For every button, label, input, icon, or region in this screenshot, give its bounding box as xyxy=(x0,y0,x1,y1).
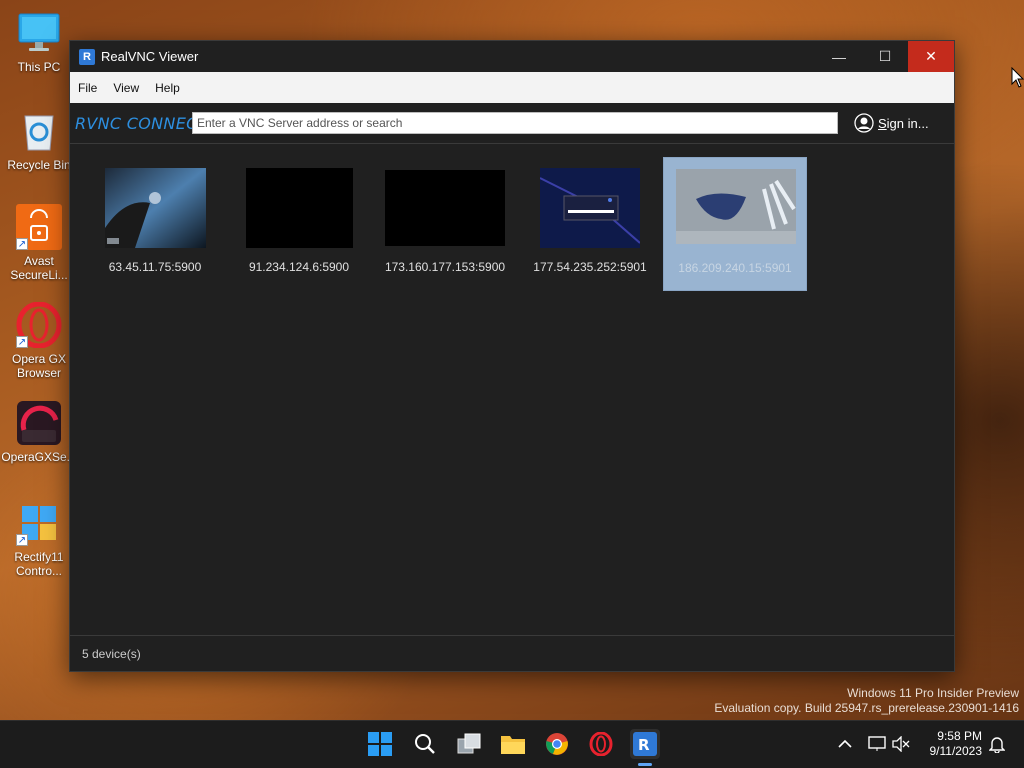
shortcut-arrow-icon: ↗ xyxy=(16,336,28,348)
sign-in-label: Sign in... xyxy=(878,115,929,131)
device-tile[interactable]: 177.54.235.252:5901 xyxy=(518,157,662,291)
desktop-icon-recycle-bin[interactable]: Recycle Bin xyxy=(4,108,74,172)
desktop-icon-avast[interactable]: ↗ Avast SecureLi... xyxy=(4,204,74,282)
menu-help[interactable]: Help xyxy=(155,79,180,97)
active-app-indicator xyxy=(638,763,652,766)
device-address: 177.54.235.252:5901 xyxy=(533,260,647,274)
taskbar: R 9:58 PM 9/11/2023 xyxy=(0,720,1024,768)
device-count: 5 device(s) xyxy=(82,646,141,661)
device-thumbnail xyxy=(540,168,640,248)
clock[interactable]: 9:58 PM 9/11/2023 xyxy=(918,729,983,759)
window-controls: — ☐ ✕ xyxy=(816,41,954,72)
watermark-line-2: Evaluation copy. Build 25947.rs_prerelea… xyxy=(714,701,1019,715)
volume-button[interactable] xyxy=(886,729,916,759)
desktop-icon-label: OperaGXSe... xyxy=(1,450,77,464)
device-address: 186.209.240.15:5901 xyxy=(678,261,792,275)
recycle-bin-icon xyxy=(16,108,62,154)
opera-gx-icon: ↗ xyxy=(16,301,62,349)
monitor-icon xyxy=(16,10,62,56)
menu-bar: File View Help xyxy=(70,72,954,103)
realvnc-app-icon: R xyxy=(79,48,95,65)
bell-icon xyxy=(989,737,1005,753)
realvnc-viewer-window: R RealVNC Viewer — ☐ ✕ File View Help RV… xyxy=(69,40,955,672)
device-thumbnail xyxy=(105,168,206,248)
device-tile[interactable]: 63.45.11.75:5900 xyxy=(83,157,227,291)
chevron-up-icon xyxy=(838,739,852,748)
menu-view[interactable]: View xyxy=(113,79,139,97)
status-bar: 5 device(s) xyxy=(70,635,954,671)
operagx-setup-icon xyxy=(16,400,62,446)
windows-watermark: Windows 11 Pro Insider Preview Evaluatio… xyxy=(714,686,1019,716)
desktop-icon-label: Opera GX Browser xyxy=(11,352,67,380)
opera-gx-button[interactable] xyxy=(586,729,616,759)
watermark-line-1: Windows 11 Pro Insider Preview xyxy=(847,686,1019,700)
svg-text:R: R xyxy=(638,736,650,754)
desktop-icon-label: Recycle Bin xyxy=(7,158,71,172)
maximize-button[interactable]: ☐ xyxy=(862,41,908,72)
close-button[interactable]: ✕ xyxy=(908,41,954,72)
task-view-button[interactable] xyxy=(454,729,484,759)
search-icon xyxy=(415,734,435,754)
title-bar[interactable]: R RealVNC Viewer — ☐ ✕ xyxy=(70,41,954,72)
desktop-icon-label: Rectify11 Contro... xyxy=(14,550,64,578)
realvnc-icon: R xyxy=(633,732,657,756)
task-view-icon xyxy=(457,733,481,754)
menu-file[interactable]: File xyxy=(78,79,97,97)
notifications-button[interactable] xyxy=(982,729,1012,759)
device-thumbnail xyxy=(385,170,505,246)
device-address: 91.234.124.6:5900 xyxy=(248,260,350,274)
device-address: 173.160.177.153:5900 xyxy=(384,260,506,274)
device-thumbnail xyxy=(676,169,796,244)
desktop-icon-this-pc[interactable]: This PC xyxy=(4,10,74,74)
device-tile[interactable]: 173.160.177.153:5900 xyxy=(373,157,517,291)
desktop-icon-opera-gx[interactable]: ↗ Opera GX Browser xyxy=(4,301,74,380)
clock-date: 9/11/2023 xyxy=(929,744,983,758)
file-explorer-button[interactable] xyxy=(498,729,528,759)
minimize-button[interactable]: — xyxy=(816,41,862,72)
device-grid: 63.45.11.75:5900 91.234.124.6:5900 173.1… xyxy=(70,144,954,635)
opera-gx-icon xyxy=(589,732,613,756)
chrome-icon xyxy=(546,733,568,755)
volume-muted-icon xyxy=(892,736,910,752)
file-explorer-icon xyxy=(501,736,525,754)
start-button[interactable] xyxy=(365,729,395,759)
taskbar-search-button[interactable] xyxy=(410,729,440,759)
device-address: 63.45.11.75:5900 xyxy=(108,260,202,274)
search-input[interactable] xyxy=(192,112,838,134)
desktop-icon-operagx-setup[interactable]: OperaGXSe... xyxy=(1,400,77,464)
realvnc-button[interactable]: R xyxy=(630,729,660,759)
window-title: RealVNC Viewer xyxy=(101,49,199,64)
mouse-cursor-icon xyxy=(1011,67,1024,88)
sign-in-button[interactable]: Sign in... xyxy=(854,113,929,133)
avast-lock-icon: ↗ xyxy=(16,204,62,250)
user-icon xyxy=(854,113,874,133)
clock-time: 9:58 PM xyxy=(937,729,982,743)
chrome-button[interactable] xyxy=(542,729,572,759)
shortcut-arrow-icon: ↗ xyxy=(16,238,28,250)
toolbar: RVNC CONNECT Sign in... xyxy=(70,103,954,144)
vnc-connect-logo: RVNC CONNECT xyxy=(75,113,193,133)
shortcut-arrow-icon: ↗ xyxy=(16,534,28,546)
device-tile-selected[interactable]: 186.209.240.15:5901 xyxy=(663,157,807,291)
device-thumbnail xyxy=(246,168,353,248)
device-tile[interactable]: 91.234.124.6:5900 xyxy=(227,157,371,291)
network-icon xyxy=(868,736,886,751)
show-hidden-icons-button[interactable] xyxy=(830,729,860,759)
rectify11-icon: ↗ xyxy=(16,500,62,546)
desktop-icon-rectify11[interactable]: ↗ Rectify11 Contro... xyxy=(4,500,74,578)
desktop-icon-label: Avast SecureLi... xyxy=(10,254,68,282)
desktop-icon-label: This PC xyxy=(17,60,61,74)
start-icon xyxy=(368,732,392,756)
